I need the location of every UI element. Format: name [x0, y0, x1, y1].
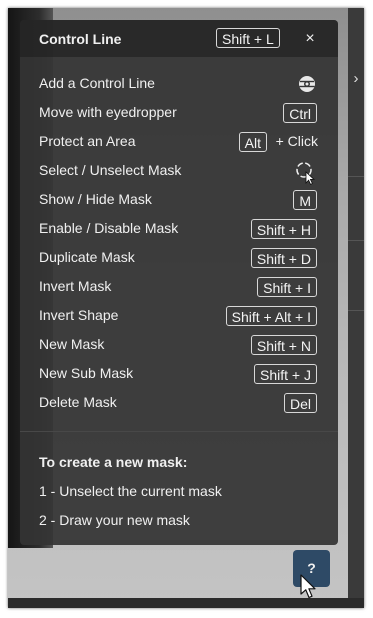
shortcut-row-duplicate-mask: Duplicate Mask Shift + D	[20, 244, 338, 273]
right-side-strip	[348, 8, 364, 608]
shortcut-label: Enable / Disable Mask	[39, 220, 179, 236]
shortcut-row-new-sub-mask: New Sub Mask Shift + J	[20, 360, 338, 389]
shortcut-key: Shift + N	[250, 335, 317, 355]
shortcut-label: Add a Control Line	[39, 75, 155, 91]
chevron-right-icon[interactable]: ›	[348, 70, 364, 88]
shortcut-key: Shift + D	[250, 248, 317, 268]
mouse-pointer-icon	[300, 574, 316, 599]
shortcut-label: Protect an Area	[39, 133, 136, 149]
control-line-icon	[297, 74, 317, 99]
shortcut-row-move-eyedropper: Move with eyedropper Ctrl	[20, 99, 338, 128]
app-window: › Control Line Shift + L × Add a Control…	[8, 8, 364, 608]
shortcut-panel: Control Line Shift + L × Add a Control L…	[20, 20, 338, 545]
shortcut-row-new-mask: New Mask Shift + N	[20, 331, 338, 360]
shortcut-key: Shift + J	[254, 364, 317, 384]
shortcut-row-show-hide-mask: Show / Hide Mask M	[20, 186, 338, 215]
close-icon[interactable]: ×	[301, 30, 319, 48]
strip-divider	[348, 240, 364, 241]
shortcut-row-invert-mask: Invert Mask Shift + I	[20, 273, 338, 302]
shortcut-key: Alt	[238, 132, 267, 152]
shortcut-row-add-control-line: Add a Control Line	[20, 70, 338, 99]
title-shortcut-key: Shift + L	[216, 28, 280, 48]
shortcut-label: Duplicate Mask	[39, 249, 135, 265]
shortcut-row-protect-area: Protect an Area Alt + Click	[20, 128, 338, 157]
info-step: 2 - Draw your new mask	[39, 512, 190, 528]
shortcut-label: Select / Unselect Mask	[39, 162, 182, 178]
shortcut-row-select-mask: Select / Unselect Mask	[20, 157, 338, 186]
shortcut-label: Invert Mask	[39, 278, 112, 294]
shortcut-key: Shift + I	[257, 277, 317, 297]
strip-divider	[348, 176, 364, 177]
shortcut-key: Del	[283, 393, 317, 413]
shortcut-key: Shift + H	[250, 219, 317, 239]
info-step: 1 - Unselect the current mask	[39, 483, 222, 499]
panel-divider	[20, 431, 338, 432]
panel-header: Control Line Shift + L ×	[20, 20, 338, 57]
shortcut-suffix: + Click	[275, 133, 318, 149]
shortcut-label: Invert Shape	[39, 307, 119, 323]
info-title: To create a new mask:	[39, 454, 188, 470]
shortcut-key: M	[293, 190, 317, 210]
shortcut-label: Show / Hide Mask	[39, 191, 152, 207]
shortcut-key: Ctrl	[283, 103, 317, 123]
shortcut-label: Move with eyedropper	[39, 104, 177, 120]
shortcut-key: Shift + Alt + I	[225, 306, 317, 326]
shortcut-row-delete-mask: Delete Mask Del	[20, 389, 338, 418]
panel-title: Control Line	[39, 31, 122, 47]
shortcut-row-invert-shape: Invert Shape Shift + Alt + I	[20, 302, 338, 331]
shortcut-label: New Sub Mask	[39, 365, 134, 381]
shortcut-label: New Mask	[39, 336, 105, 352]
shortcut-row-enable-disable-mask: Enable / Disable Mask Shift + H	[20, 215, 338, 244]
shortcut-label: Delete Mask	[39, 394, 117, 410]
strip-divider	[348, 310, 364, 311]
